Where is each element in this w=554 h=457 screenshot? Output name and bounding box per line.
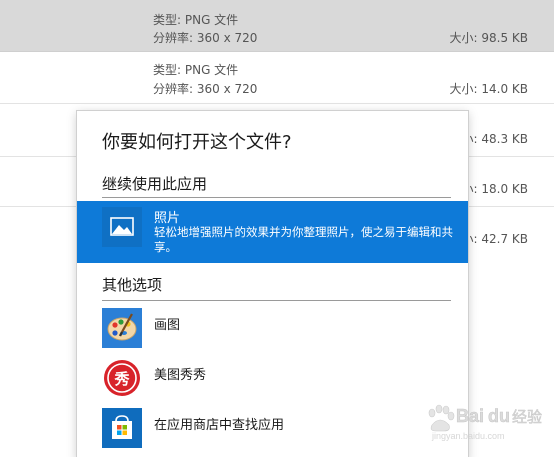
meitu-icon: 秀: [102, 358, 142, 398]
file-resolution-text: 分辨率: 360 x 720: [153, 31, 258, 45]
section-divider: [102, 300, 451, 301]
svg-text:jingyan.baidu.com: jingyan.baidu.com: [431, 431, 505, 441]
screen: 类型: PNG 文件 分辨率: 360 x 720 大小: 98.5 KB 类型…: [0, 0, 554, 457]
file-type-text: 类型: PNG 文件: [153, 13, 239, 27]
dialog-title: 你要如何打开这个文件?: [102, 132, 292, 153]
paint-icon: [102, 308, 142, 348]
svg-text:du: du: [488, 406, 510, 426]
paint-app-option[interactable]: 画图: [77, 304, 468, 352]
meitu-app-option[interactable]: 秀 美图秀秀: [77, 354, 468, 402]
file-row-selected[interactable]: 类型: PNG 文件 分辨率: 360 x 720 大小: 98.5 KB: [0, 0, 554, 52]
svg-text:秀: 秀: [113, 370, 130, 388]
photos-icon: [102, 207, 142, 247]
photos-app-description: 轻松地增强照片的效果并为你整理照片，使之易于编辑和共享。: [154, 225, 453, 254]
paint-app-label: 画图: [154, 318, 181, 333]
meitu-app-label: 美图秀秀: [154, 368, 207, 383]
svg-text:Bai: Bai: [456, 406, 484, 426]
file-size-text: 大小: 98.5 KB: [449, 31, 529, 45]
section-divider: [102, 197, 451, 198]
file-resolution-text: 分辨率: 360 x 720: [153, 82, 258, 96]
open-with-dialog: 你要如何打开这个文件? 继续使用此应用 照片 轻松地增强照片的效果并为你整理照片…: [77, 111, 468, 457]
photos-app-name: 照片: [154, 211, 181, 226]
file-size-partial: 小: 42.7 KB: [461, 232, 529, 246]
keep-using-heading: 继续使用此应用: [102, 175, 208, 193]
svg-text:经验: 经验: [512, 408, 542, 426]
baidu-watermark-logo: Bai du 经验 jingyan.baidu.com: [420, 395, 550, 445]
file-type-text: 类型: PNG 文件: [153, 63, 239, 77]
file-size-partial: 小: 18.0 KB: [461, 182, 529, 196]
store-app-label: 在应用商店中查找应用: [154, 418, 285, 433]
store-app-option[interactable]: 在应用商店中查找应用: [77, 404, 468, 452]
photos-app-option[interactable]: 照片 轻松地增强照片的效果并为你整理照片，使之易于编辑和共享。: [77, 201, 468, 263]
store-icon: [102, 408, 142, 448]
other-options-heading: 其他选项: [102, 276, 163, 294]
file-size-partial: 小: 48.3 KB: [461, 132, 529, 146]
file-row[interactable]: 类型: PNG 文件 分辨率: 360 x 720 大小: 14.0 KB: [0, 52, 554, 104]
file-size-text: 大小: 14.0 KB: [449, 82, 529, 96]
